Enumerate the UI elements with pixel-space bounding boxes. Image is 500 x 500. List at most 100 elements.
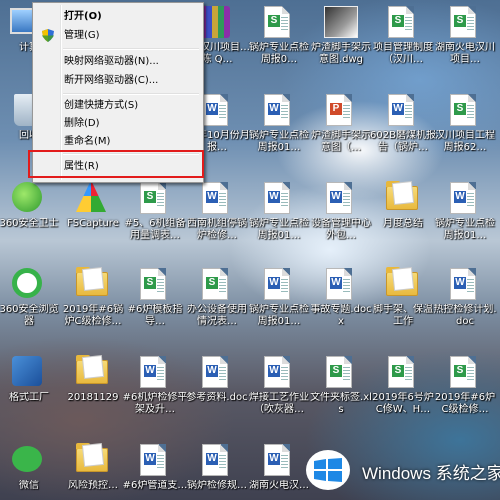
icon-label: 焊接工艺作业（吹灰器… bbox=[249, 392, 309, 415]
archive-file-icon bbox=[200, 6, 230, 38]
desktop-icon-document[interactable]: S 锅炉专业点检周报0… bbox=[249, 0, 309, 72]
word-file-icon: W bbox=[202, 94, 228, 126]
desktop-icon-document[interactable]: S 汉川项目工程周报62… bbox=[435, 88, 495, 160]
folder-icon bbox=[76, 443, 108, 472]
icon-label: 办公设备使用情况表… bbox=[187, 304, 247, 327]
icon-label: FSCapture bbox=[67, 218, 119, 229]
icon-label: 2019年6号炉C修W、H… bbox=[372, 392, 434, 415]
spreadsheet-file-icon: S bbox=[450, 6, 476, 38]
word-file-icon: W bbox=[450, 182, 476, 214]
icon-label: #5、6机组备用量调表… bbox=[124, 218, 186, 241]
icon-label: 格式工厂 bbox=[9, 392, 49, 403]
icon-label: 汉川项目工程周报62… bbox=[435, 130, 495, 153]
menu-item-label: 创建快捷方式(S) bbox=[64, 100, 139, 111]
desktop-icon-document[interactable]: W #6机炉检修平架及升… bbox=[123, 350, 187, 422]
spreadsheet-file-icon: S bbox=[450, 94, 476, 126]
desktop-icon-document[interactable]: S 项目管理制度（汉川… bbox=[373, 0, 433, 72]
360-browser-icon bbox=[12, 268, 42, 298]
desktop-icon-document[interactable]: S 2019年#6炉C级检修… bbox=[435, 350, 495, 422]
desktop-icon-document[interactable]: W 热控检修计划.doc bbox=[433, 262, 497, 334]
desktop-icon-document[interactable]: S 湖南火电汉川项目… bbox=[435, 0, 495, 72]
icon-label: 设备管理中心外包… bbox=[311, 218, 371, 241]
desktop-icon-document[interactable]: W 焊接工艺作业（吹灰器… bbox=[249, 350, 309, 422]
desktop-icon-document[interactable]: S #6炉模板指导… bbox=[126, 262, 184, 334]
menu-item-disconnect-network-drive[interactable]: 断开网络驱动器(C)... bbox=[35, 72, 199, 89]
menu-item-map-network-drive[interactable]: 映射网络驱动器(N)... bbox=[35, 53, 199, 70]
menu-item-create-shortcut[interactable]: 创建快捷方式(S) bbox=[35, 97, 199, 114]
watermark-site: 系统之家 bbox=[435, 464, 500, 483]
menu-item-open[interactable]: 打开(O) bbox=[35, 8, 199, 25]
drawing-file-icon bbox=[324, 6, 358, 38]
watermark-text: Windows 系统之家 bbox=[362, 459, 500, 484]
folder-icon bbox=[76, 355, 108, 384]
360-safe-icon bbox=[12, 182, 42, 212]
desktop-icon-document[interactable]: S 2019年6号炉C修W、H… bbox=[372, 350, 434, 422]
desktop-icon-document[interactable]: S #5、6机组备用量调表… bbox=[124, 176, 186, 248]
desktop-icon-wechat[interactable]: 微信 bbox=[0, 438, 58, 500]
menu-item-label: 重命名(M) bbox=[64, 136, 111, 147]
desktop-icon-format-factory[interactable]: 格式工厂 bbox=[0, 350, 58, 422]
desktop-icon-document[interactable]: W 事故专题.docx bbox=[310, 262, 372, 334]
desktop-icon-document[interactable]: W 锅炉检修规… bbox=[187, 438, 247, 500]
desktop-icon-fscapture[interactable]: FSCapture bbox=[64, 176, 122, 248]
desktop-icon-document[interactable]: W 锅炉专业点检周报01… bbox=[249, 176, 309, 248]
desktop-icon-document[interactable]: S 办公设备使用情况表… bbox=[187, 262, 247, 334]
word-file-icon: W bbox=[140, 356, 166, 388]
desktop-icon-360-safe[interactable]: 360安全卫士 bbox=[0, 176, 59, 248]
menu-item-label: 管理(G) bbox=[64, 30, 100, 41]
word-file-icon: W bbox=[202, 444, 228, 476]
folder-icon bbox=[386, 181, 418, 210]
word-file-icon: W bbox=[264, 94, 290, 126]
desktop-icon-document[interactable]: W 602B磨煤机报告（锅炉… bbox=[370, 88, 436, 160]
menu-item-label: 断开网络驱动器(C)... bbox=[64, 75, 159, 86]
format-factory-icon bbox=[12, 356, 42, 386]
menu-item-rename[interactable]: 重命名(M) bbox=[35, 133, 199, 150]
icon-label: 20181129 bbox=[67, 392, 119, 403]
watermark: Windows 系统之家 bbox=[298, 442, 500, 498]
desktop-icon-document[interactable]: W 锅炉专业点检周报01… bbox=[249, 262, 309, 334]
spreadsheet-file-icon: S bbox=[202, 268, 228, 300]
menu-item-manage[interactable]: 管理(G) bbox=[35, 27, 199, 44]
presentation-file-icon: P bbox=[326, 94, 352, 126]
desktop-icon-document[interactable]: W 参考资料.doc bbox=[186, 350, 248, 422]
word-file-icon: W bbox=[264, 268, 290, 300]
icon-label: 事故专题.docx bbox=[310, 304, 372, 327]
icon-label: 锅炉专业点检周报01… bbox=[249, 130, 309, 153]
desktop-icon-document[interactable]: W 锅炉专业点检周报01… bbox=[249, 88, 309, 160]
word-file-icon: W bbox=[264, 182, 290, 214]
icon-label: 风险预控… bbox=[68, 480, 118, 491]
desktop-icon-folder[interactable]: 月度总结 bbox=[374, 176, 432, 248]
menu-item-delete[interactable]: 删除(D) bbox=[35, 115, 199, 132]
spreadsheet-file-icon: S bbox=[140, 182, 166, 214]
word-file-icon: W bbox=[264, 356, 290, 388]
icon-label: 602B磨煤机报告（锅炉… bbox=[370, 130, 436, 153]
folder-icon bbox=[76, 267, 108, 296]
icon-label: 参考资料.doc bbox=[186, 392, 248, 403]
word-file-icon: W bbox=[326, 268, 352, 300]
icon-label: #6炉管道支… bbox=[122, 480, 188, 491]
menu-separator bbox=[63, 48, 199, 50]
icon-label: 文件夹标签.xls bbox=[310, 392, 372, 415]
desktop-icon-folder[interactable]: 风险预控… bbox=[64, 438, 122, 500]
desktop-icon-document[interactable]: W #6炉管道支… bbox=[123, 438, 187, 500]
spreadsheet-file-icon: S bbox=[326, 356, 352, 388]
desktop-icon-document[interactable]: W 锅炉专业点检周报01… bbox=[435, 176, 495, 248]
icon-label: 月度总结 bbox=[383, 218, 423, 229]
desktop-icon-folder[interactable]: 2019年#6锅炉C级检修… bbox=[63, 262, 123, 334]
menu-item-label: 删除(D) bbox=[64, 118, 100, 129]
desktop-icon-document[interactable]: W 西南机组停锅炉检修… bbox=[187, 176, 247, 248]
desktop-icon-image[interactable]: 炉渣脚手架示意图.dwg bbox=[311, 0, 371, 72]
icon-label: 360安全卫士 bbox=[0, 218, 59, 229]
desktop-icon-folder[interactable]: 脚手架、保温工作 bbox=[373, 262, 433, 334]
fscapture-icon bbox=[76, 180, 106, 212]
desktop-icon-360-browser[interactable]: 360安全浏览器 bbox=[0, 262, 59, 334]
desktop-icon-folder[interactable]: 20181129 bbox=[64, 350, 122, 422]
icon-label: #6机炉检修平架及升… bbox=[122, 392, 188, 415]
desktop-icon-document[interactable]: P 炉渣脚手架示意图（… bbox=[311, 88, 371, 160]
word-file-icon: W bbox=[264, 444, 290, 476]
desktop-icon-document[interactable]: S 文件夹标签.xls bbox=[310, 350, 372, 422]
icon-label: 锅炉专业点检周报0… bbox=[249, 42, 309, 65]
desktop-icon-document[interactable]: W 设备管理中心外包… bbox=[311, 176, 371, 248]
icon-label: 2019年#6锅炉C级检修… bbox=[62, 304, 124, 327]
desktop-background: 计算 回收 360安全卫士 360安全浏览器 格式工厂 微信 FSCapture… bbox=[0, 0, 500, 500]
